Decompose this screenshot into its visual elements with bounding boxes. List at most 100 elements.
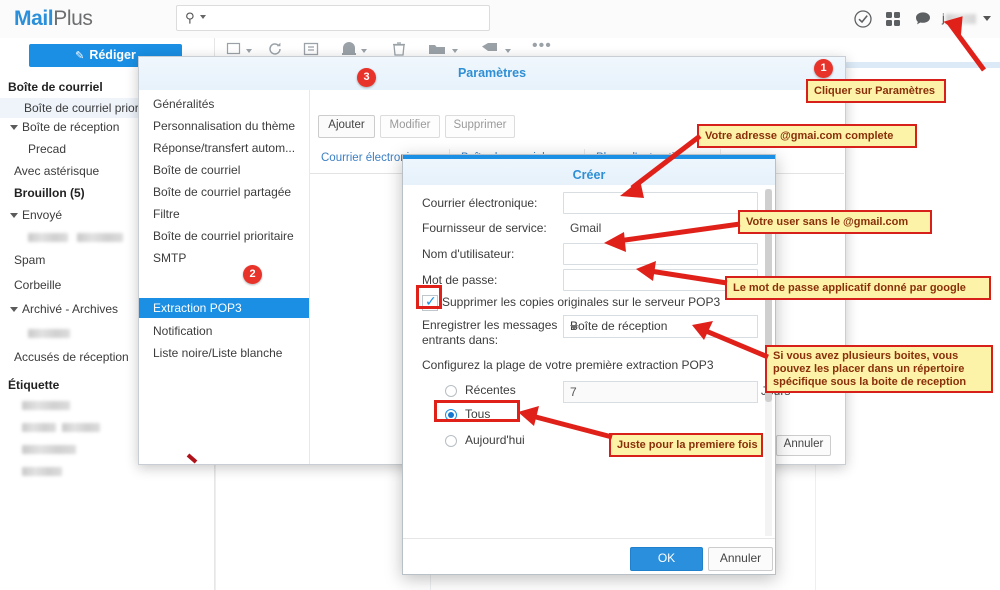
annotation-multiple-boxes: Si vous avez plusieurs boites, vous pouv… — [765, 345, 993, 393]
top-bar: MailPlus ⚲ j — [0, 0, 1000, 39]
select-all-checkbox-icon[interactable] — [226, 41, 242, 57]
settings-menu-pop3[interactable]: Extraction POP3 — [139, 298, 309, 318]
sidebar-item-blurred-2[interactable] — [28, 326, 70, 340]
save-to-dropdown-value: Boîte de réception — [570, 319, 668, 333]
settings-menu-priority-mailbox[interactable]: Boîte de courriel prioritaire — [153, 229, 294, 243]
email-field-label: Courrier électronique: — [422, 196, 538, 210]
search-dropdown-caret-icon[interactable] — [200, 15, 206, 19]
blurred-text — [22, 467, 62, 477]
radio-recent-button[interactable] — [445, 385, 457, 397]
add-button[interactable]: Ajouter — [318, 115, 375, 138]
refresh-icon[interactable] — [267, 41, 283, 57]
annotation-full-address: Votre adresse @gmai.com complete — [697, 124, 917, 148]
apps-grid-icon[interactable] — [883, 9, 903, 29]
provider-field-value: Gmail — [570, 221, 602, 235]
move-caret-icon[interactable] — [452, 49, 458, 53]
sidebar-tag-item[interactable] — [22, 464, 62, 478]
settings-menu-notification[interactable]: Notification — [153, 324, 212, 338]
blurred-text — [28, 233, 68, 243]
radio-today-button[interactable] — [445, 435, 457, 447]
sidebar-item-inbox[interactable]: Boîte de réception — [10, 120, 119, 134]
sidebar-item-trash[interactable]: Corbeille — [14, 278, 61, 292]
sidebar-item-blurred-1[interactable] — [28, 230, 124, 244]
username-field[interactable] — [563, 243, 758, 265]
check-circle-icon[interactable] — [853, 9, 873, 29]
sidebar-item-drafts[interactable]: Brouillon (5) — [14, 186, 85, 200]
sidebar-tag-item[interactable] — [22, 442, 76, 456]
move-to-folder-icon[interactable] — [428, 41, 446, 57]
days-value: 7 — [570, 385, 577, 399]
ok-button[interactable]: OK — [630, 547, 703, 571]
sidebar-item-sent[interactable]: Envoyé — [10, 208, 62, 222]
junk-icon[interactable] — [341, 41, 357, 57]
user-menu[interactable]: j — [942, 11, 976, 25]
days-input[interactable]: 7 — [563, 381, 758, 403]
logo-mail-text: Mail — [14, 7, 54, 30]
user-chevron-down-icon[interactable] — [983, 16, 991, 21]
create-dialog-footer: OK Annuler — [403, 538, 775, 575]
sidebar-item-label: Boîte de réception — [22, 120, 120, 134]
settings-menu-blacklist[interactable]: Liste noire/Liste blanche — [153, 346, 282, 360]
username-blurred — [945, 13, 976, 24]
sidebar-item-spam[interactable]: Spam — [14, 253, 45, 267]
blurred-text — [77, 233, 124, 243]
settings-menu-general[interactable]: Généralités — [153, 97, 214, 111]
extraction-range-label: Configurez la plage de votre première ex… — [422, 358, 714, 372]
delete-icon[interactable] — [391, 41, 407, 57]
junk-caret-icon[interactable] — [361, 49, 367, 53]
blurred-text — [22, 401, 70, 411]
annotation-first-time-only: Juste pour la premiere fois — [609, 433, 763, 457]
more-actions-icon[interactable]: ••• — [532, 37, 552, 55]
blurred-text — [28, 329, 70, 339]
settings-window-header: Paramètres — [139, 57, 845, 91]
chat-bubble-icon[interactable] — [913, 9, 933, 29]
settings-window-title: Paramètres — [457, 66, 527, 80]
collapse-triangle-icon[interactable] — [10, 307, 18, 313]
sidebar-item-label: Archivé - Archives — [22, 302, 119, 316]
save-to-label-line1: Enregistrer les messages — [422, 318, 558, 332]
archive-icon[interactable] — [303, 41, 319, 57]
settings-menu-filter[interactable]: Filtre — [153, 207, 180, 221]
annotation-app-password: Le mot de passe applicatif donné par goo… — [725, 276, 991, 300]
sidebar-item-read-receipts[interactable]: Accusés de réception — [14, 350, 129, 364]
blurred-text — [62, 423, 100, 433]
save-to-dropdown[interactable]: Boîte de réception — [563, 315, 758, 338]
sidebar-item-starred[interactable]: Avec astérisque — [14, 164, 99, 178]
settings-menu-mailbox[interactable]: Boîte de courriel — [153, 163, 240, 177]
create-dialog: Créer Courrier électronique: Fournisseur… — [402, 154, 790, 575]
settings-menu-theme[interactable]: Personnalisation du thème — [153, 119, 295, 133]
sidebar-item-precad[interactable]: Precad — [28, 142, 66, 156]
highlight-radio-all — [434, 400, 520, 422]
settings-cancel-button[interactable]: Annuler — [776, 435, 831, 456]
blurred-text — [22, 445, 76, 455]
tag-caret-icon[interactable] — [505, 49, 511, 53]
sidebar-tag-item[interactable] — [22, 398, 70, 412]
email-field[interactable] — [563, 192, 758, 214]
sidebar-tag-item[interactable] — [22, 420, 100, 434]
radio-today-label: Aujourd'hui — [465, 433, 525, 447]
save-to-label-line2: entrants dans: — [422, 333, 499, 347]
settings-menu-shared-mailbox[interactable]: Boîte de courriel partagée — [153, 185, 291, 199]
search-input[interactable]: ⚲ — [176, 5, 490, 31]
settings-menu-autoreply[interactable]: Réponse/transfert autom... — [153, 141, 295, 155]
pencil-icon: ✎ — [75, 50, 85, 62]
compose-label: Rédiger — [89, 48, 136, 62]
select-all-caret-icon[interactable] — [246, 49, 252, 53]
collapse-triangle-icon[interactable] — [10, 213, 18, 219]
provider-field-label: Fournisseur de service: — [422, 221, 547, 235]
delete-button: Supprimer — [445, 115, 515, 138]
provider-field[interactable]: Gmail — [563, 217, 758, 239]
blurred-text — [22, 423, 56, 433]
sidebar-item-archived[interactable]: Archivé - Archives — [10, 302, 118, 316]
collapse-triangle-icon[interactable] — [10, 125, 18, 131]
chevron-down-icon — [570, 325, 578, 330]
username-field-label: Nom d'utilisateur: — [422, 247, 515, 261]
tag-icon[interactable] — [481, 41, 499, 57]
app-logo: MailPlus — [14, 7, 93, 31]
cancel-button[interactable]: Annuler — [708, 547, 773, 571]
settings-menu-smtp[interactable]: SMTP — [153, 251, 186, 265]
sidebar-section-mailbox: Boîte de courriel — [8, 80, 103, 94]
annotation-user-no-domain: Votre user sans le @gmail.com — [738, 210, 932, 234]
search-icon: ⚲ — [185, 10, 195, 25]
delete-originals-label: Supprimer les copies originales sur le s… — [442, 295, 721, 309]
